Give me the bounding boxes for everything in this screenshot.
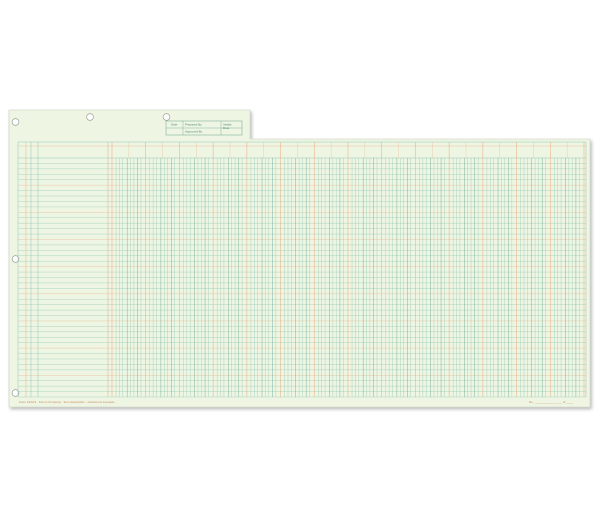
footer-right-text: No. ____________ ____ of ____ [529, 400, 573, 404]
binder-hole-top-left [11, 118, 20, 126]
header-date-label: Date [171, 123, 178, 127]
sheet-paper [8, 109, 591, 408]
columnar-pad-sheet: Date Prepared By Approved By Initials Da… [8, 109, 591, 408]
binder-hole-top-right [162, 113, 171, 121]
footer-left-text: Form 1234-5 · Forms Company · Item descr… [19, 400, 115, 404]
header-date-label-2: Date [223, 126, 230, 130]
binder-hole-top-middle [86, 113, 94, 121]
header-approved-by-label: Approved By [185, 130, 203, 134]
header-prepared-by-label: Prepared By [185, 123, 202, 127]
